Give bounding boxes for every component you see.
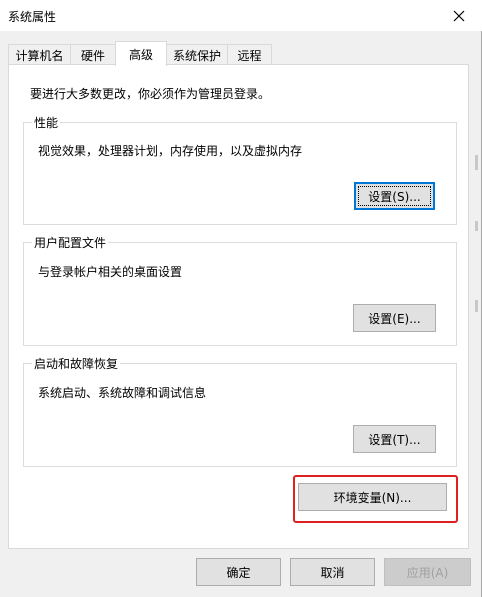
tab-remote[interactable]: 远程	[227, 44, 272, 65]
performance-group-title: 性能	[32, 114, 61, 131]
close-icon	[453, 10, 465, 21]
performance-description: 视觉效果，处理器计划，内存使用，以及虚拟内存	[38, 144, 303, 158]
apply-button: 应用(A)	[384, 558, 471, 586]
user-profiles-group-title: 用户配置文件	[32, 234, 109, 251]
performance-group: 性能 视觉效果，处理器计划，内存使用，以及虚拟内存 设置(S)...	[23, 114, 457, 225]
tab-system-protection[interactable]: 系统保护	[166, 44, 228, 65]
startup-recovery-group-title: 启动和故障恢复	[32, 355, 121, 372]
startup-recovery-group: 启动和故障恢复 系统启动、系统故障和调试信息 设置(T)...	[23, 355, 457, 467]
user-profiles-settings-button[interactable]: 设置(E)...	[353, 304, 436, 332]
highlight-box	[293, 475, 458, 523]
window-edge-mark	[475, 221, 478, 231]
tab-computer-name[interactable]: 计算机名	[8, 44, 71, 65]
performance-settings-button[interactable]: 设置(S)...	[354, 182, 435, 210]
user-profiles-group: 用户配置文件 与登录帐户相关的桌面设置 设置(E)...	[23, 234, 457, 346]
window-edge-mark	[475, 300, 478, 312]
title-bar: 系统属性	[0, 0, 482, 31]
admin-notice: 要进行大多数更改，你必须作为管理员登录。	[30, 87, 271, 101]
system-properties-window: 系统属性 计算机名 硬件 高级 系统保护 远程 要进行大多数更改，你必须作为管理…	[0, 0, 482, 597]
user-profiles-description: 与登录帐户相关的桌面设置	[38, 265, 183, 279]
tab-hardware[interactable]: 硬件	[70, 44, 116, 65]
startup-recovery-settings-button[interactable]: 设置(T)...	[353, 425, 436, 453]
tab-advanced[interactable]: 高级	[115, 41, 167, 66]
window-edge-mark	[475, 155, 478, 170]
ok-button[interactable]: 确定	[196, 558, 281, 586]
tab-strip: 计算机名 硬件 高级 系统保护 远程	[8, 41, 468, 66]
window-title: 系统属性	[8, 10, 57, 24]
close-button[interactable]	[436, 0, 482, 31]
startup-recovery-description: 系统启动、系统故障和调试信息	[38, 386, 207, 400]
cancel-button[interactable]: 取消	[290, 558, 375, 586]
